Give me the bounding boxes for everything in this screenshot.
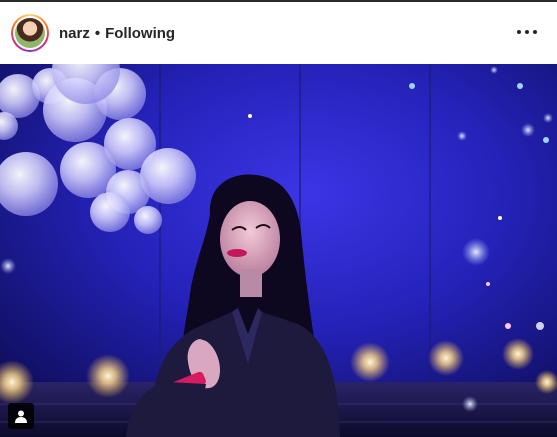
header-text: narz • Following [59,25,175,42]
photo-scene [0,64,557,437]
avatar[interactable] [15,18,45,48]
story-ring[interactable] [11,14,49,52]
username-link[interactable]: narz [59,25,90,42]
more-options-icon[interactable] [517,22,537,42]
post-photo[interactable] [0,64,557,437]
instagram-post: narz • Following [0,0,557,437]
user-tag-icon[interactable] [8,403,34,429]
post-header: narz • Following [0,2,557,64]
following-button[interactable]: Following [105,25,175,42]
separator-dot: • [94,24,101,42]
